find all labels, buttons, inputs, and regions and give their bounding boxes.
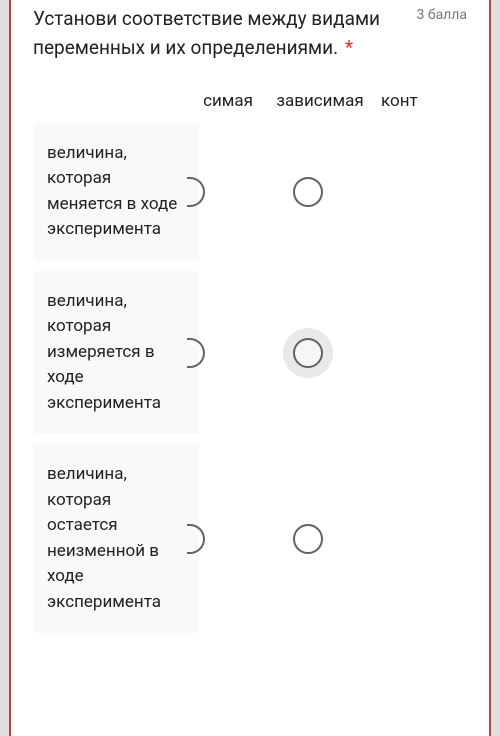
row-label-3: величина, которая остается неизменной в … bbox=[33, 444, 199, 633]
question-text: Установи соответствие между видами перем… bbox=[33, 4, 416, 63]
grid-row-2: величина, которая измеряется в ходе эксп… bbox=[33, 271, 467, 435]
grid-row-3: величина, которая остается неизменной в … bbox=[33, 444, 467, 633]
points-label: 3 балла bbox=[416, 4, 467, 23]
grid-row-1: величина, которая меняется в ходе экспер… bbox=[33, 123, 467, 261]
matching-grid: симая зависимая конт величина, которая м… bbox=[33, 91, 467, 634]
radio-cell-2-2 bbox=[247, 338, 369, 368]
header-spacer bbox=[33, 91, 199, 111]
form-card: Установи соответствие между видами перем… bbox=[9, 0, 491, 736]
column-header-2: зависимая bbox=[259, 91, 381, 111]
question-header: Установи соответствие между видами перем… bbox=[33, 4, 467, 63]
radio-cell-3-2 bbox=[247, 524, 369, 554]
radio-1-1[interactable] bbox=[187, 177, 205, 207]
column-header-1: симая bbox=[199, 91, 259, 111]
radio-3-1[interactable] bbox=[187, 524, 205, 554]
column-header-3: конт bbox=[381, 91, 451, 111]
question-title: Установи соответствие между видами перем… bbox=[33, 7, 380, 59]
radio-2-1[interactable] bbox=[187, 338, 205, 368]
radio-2-2[interactable] bbox=[293, 338, 323, 368]
required-marker: * bbox=[345, 36, 353, 59]
row-label-2: величина, которая измеряется в ходе эксп… bbox=[33, 271, 199, 435]
radio-cell-1-1 bbox=[187, 177, 247, 207]
radio-cell-3-1 bbox=[187, 524, 247, 554]
radio-1-2[interactable] bbox=[293, 177, 323, 207]
radio-3-2[interactable] bbox=[293, 524, 323, 554]
radio-cell-2-1 bbox=[187, 338, 247, 368]
column-headers: симая зависимая конт bbox=[33, 91, 467, 111]
row-label-1: величина, которая меняется в ходе экспер… bbox=[33, 123, 199, 261]
radio-cell-1-2 bbox=[247, 177, 369, 207]
